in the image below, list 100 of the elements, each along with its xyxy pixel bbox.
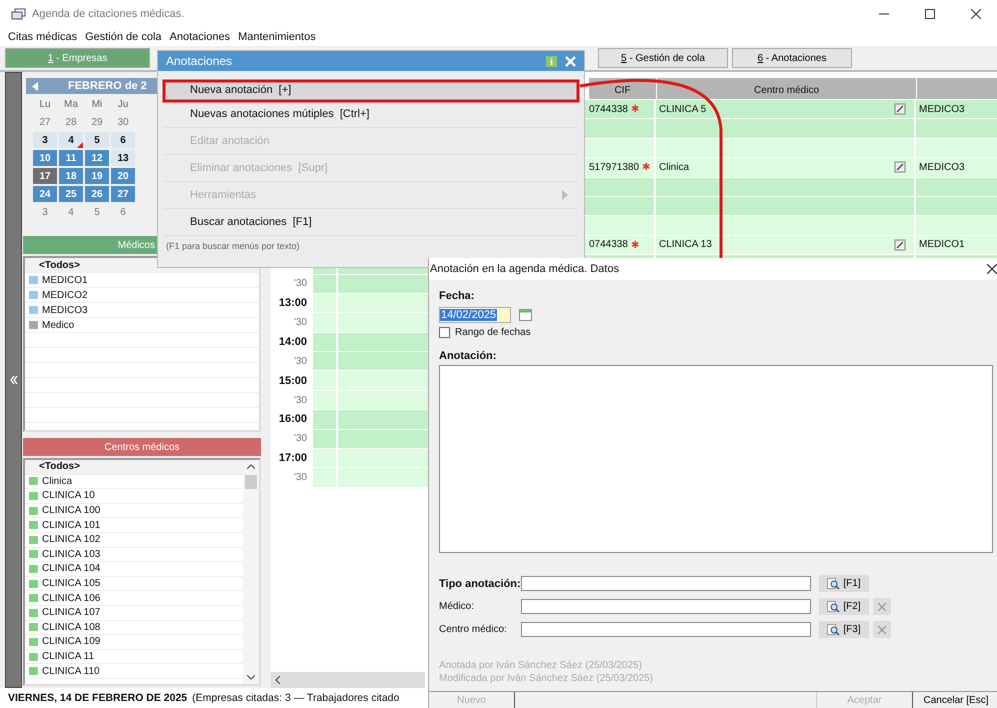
calendar-day[interactable]: 18 bbox=[59, 168, 83, 184]
calendar-day[interactable]: 24 bbox=[33, 186, 57, 202]
list-item[interactable]: MEDICO3 bbox=[42, 304, 88, 316]
schedule-cell[interactable]: MEDICO3 bbox=[914, 100, 997, 118]
scroll-left-icon[interactable] bbox=[275, 676, 280, 684]
lookup-button[interactable]: [F2] bbox=[819, 598, 869, 615]
schedule-cell[interactable] bbox=[313, 390, 336, 410]
edit-note-icon[interactable] bbox=[894, 103, 906, 116]
schedule-cell[interactable]: 517971380 ✱ bbox=[586, 158, 654, 177]
list-header[interactable]: <Todos> bbox=[25, 460, 243, 475]
schedule-cell[interactable] bbox=[654, 138, 914, 158]
double-chevron-icon[interactable] bbox=[10, 375, 18, 385]
list-item[interactable]: CLINICA 105 bbox=[42, 578, 100, 590]
scrollbar[interactable] bbox=[271, 672, 425, 688]
input-field[interactable] bbox=[521, 576, 811, 591]
schedule-cell[interactable]: MEDICO1 bbox=[914, 236, 997, 254]
list-item[interactable]: CLINICA 104 bbox=[42, 563, 100, 574]
calendar-day[interactable]: 11 bbox=[59, 150, 83, 166]
schedule-cell[interactable] bbox=[313, 468, 336, 487]
menu-item[interactable]: Nuevas anotaciones mútiples [Ctrl+] bbox=[164, 101, 578, 128]
calendar-day[interactable]: 4 bbox=[59, 204, 83, 220]
calendar-day[interactable]: 27 bbox=[111, 186, 135, 202]
info-icon[interactable] bbox=[546, 56, 557, 66]
schedule-cell[interactable] bbox=[313, 352, 336, 370]
schedule-cell[interactable]: 0744338 ✱ bbox=[586, 100, 654, 118]
schedule-cell[interactable]: Clinica bbox=[654, 158, 914, 177]
list-item[interactable]: CLINICA 103 bbox=[42, 548, 100, 560]
calendar-day[interactable]: 4 bbox=[59, 132, 83, 148]
list-item[interactable]: MEDICO2 bbox=[42, 290, 88, 300]
calendar-day[interactable]: 27 bbox=[33, 114, 57, 130]
schedule-cell[interactable] bbox=[914, 119, 997, 138]
scroll-down-icon[interactable] bbox=[247, 675, 255, 680]
clear-button[interactable] bbox=[873, 621, 891, 638]
checkbox[interactable] bbox=[439, 327, 450, 338]
list-item[interactable]: MEDICO1 bbox=[42, 274, 88, 286]
schedule-cell[interactable]: CLINICA 13 bbox=[654, 236, 914, 254]
schedule-cell[interactable]: CLINICA 5 bbox=[654, 100, 914, 118]
close-icon[interactable] bbox=[971, 9, 981, 19]
list-item[interactable]: CLINICA 108 bbox=[42, 622, 100, 633]
collapse-strip[interactable] bbox=[5, 72, 22, 688]
calendar-day[interactable]: 30 bbox=[111, 114, 135, 130]
lookup-button[interactable]: [F3] bbox=[819, 621, 869, 638]
tab[interactable]: 6 - Anotaciones bbox=[732, 48, 852, 68]
schedule-cell[interactable] bbox=[654, 196, 914, 216]
schedule-cell[interactable] bbox=[313, 274, 336, 293]
edit-note-icon[interactable] bbox=[894, 161, 906, 174]
schedule-cell[interactable] bbox=[313, 449, 336, 468]
search-icon[interactable] bbox=[827, 624, 840, 636]
calendar-day[interactable]: 28 bbox=[59, 114, 83, 130]
lookup-button[interactable]: [F1] bbox=[819, 575, 869, 592]
list-item[interactable]: CLINICA 100 bbox=[42, 505, 100, 516]
scrollbar[interactable] bbox=[243, 460, 259, 684]
clear-icon[interactable] bbox=[878, 602, 886, 610]
list-item[interactable]: Medico bbox=[42, 320, 74, 330]
calendar-day[interactable]: 3 bbox=[33, 204, 57, 220]
schedule-cell[interactable] bbox=[654, 178, 914, 196]
menu-item[interactable]: Mantenimientos bbox=[234, 31, 320, 43]
menu-item[interactable]: Buscar anotaciones [F1] bbox=[164, 209, 578, 236]
list-item[interactable]: Clinica bbox=[42, 476, 72, 487]
calendar-day[interactable]: 10 bbox=[33, 150, 57, 166]
list-item[interactable]: CLINICA 101 bbox=[42, 520, 100, 531]
calendar-day[interactable]: 3 bbox=[33, 132, 57, 148]
scroll-up-icon[interactable] bbox=[247, 464, 255, 469]
list-item[interactable]: CLINICA 110 bbox=[42, 666, 100, 677]
search-icon[interactable] bbox=[827, 600, 840, 612]
menu-item[interactable]: Citas médicas bbox=[4, 31, 82, 43]
schedule-cell[interactable] bbox=[586, 138, 654, 158]
list-item[interactable]: CLINICA 102 bbox=[42, 534, 100, 546]
list-item[interactable]: CLINICA 10 bbox=[42, 490, 95, 502]
input-field[interactable] bbox=[521, 622, 811, 637]
schedule-cell[interactable] bbox=[313, 371, 336, 390]
calendar-day[interactable]: 6 bbox=[111, 204, 135, 220]
schedule-cell[interactable] bbox=[586, 196, 654, 216]
calendar-day[interactable]: 26 bbox=[85, 186, 109, 202]
list-item[interactable]: CLINICA 106 bbox=[42, 592, 100, 604]
clear-icon[interactable] bbox=[878, 626, 886, 634]
schedule-cell[interactable]: MEDICO3 bbox=[914, 158, 997, 177]
calendar-day[interactable]: 6 bbox=[111, 132, 135, 148]
maximize-icon[interactable] bbox=[925, 9, 935, 19]
schedule-cell[interactable] bbox=[313, 313, 336, 332]
schedule-cell[interactable] bbox=[313, 410, 336, 429]
calendar-day[interactable]: 29 bbox=[85, 114, 109, 130]
close-icon[interactable] bbox=[987, 264, 997, 274]
input-field[interactable] bbox=[521, 599, 811, 614]
schedule-cell[interactable] bbox=[654, 216, 914, 235]
schedule-cell[interactable] bbox=[914, 196, 997, 216]
schedule-cell[interactable] bbox=[914, 178, 997, 196]
clear-button[interactable] bbox=[873, 598, 891, 615]
checkbox-label[interactable]: Rango de fechas bbox=[455, 327, 531, 338]
calendar-day[interactable]: 19 bbox=[85, 168, 109, 184]
search-icon[interactable] bbox=[827, 578, 840, 590]
list-item[interactable]: CLINICA 109 bbox=[42, 636, 100, 648]
schedule-cell[interactable] bbox=[313, 332, 336, 352]
calendar-day[interactable]: 13 bbox=[111, 150, 135, 166]
calendar-day[interactable]: 5 bbox=[85, 132, 109, 148]
previous-month-icon[interactable] bbox=[32, 82, 38, 90]
column-header[interactable]: Centro médico bbox=[656, 78, 916, 99]
schedule-cell[interactable] bbox=[313, 294, 336, 312]
calendar-day[interactable]: 12 bbox=[85, 150, 109, 166]
schedule-cell[interactable] bbox=[914, 138, 997, 158]
